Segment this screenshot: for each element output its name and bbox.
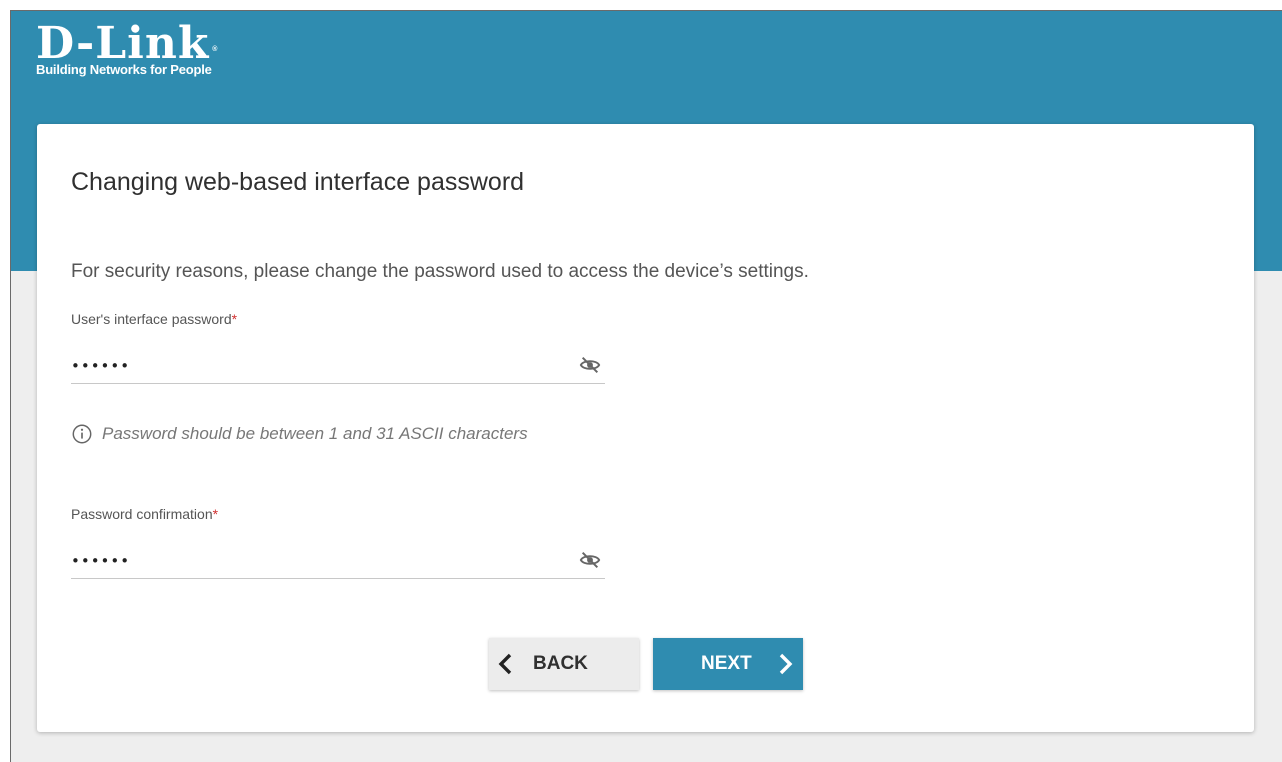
password-field	[71, 346, 605, 384]
next-button-label: NEXT	[701, 653, 752, 674]
registered-mark: ®	[212, 46, 219, 53]
next-button[interactable]: NEXT	[653, 638, 803, 690]
logo-wordmark: D-Link ®	[36, 18, 217, 69]
password-input[interactable]	[71, 346, 561, 382]
back-button[interactable]: BACK	[489, 638, 639, 690]
page-title: Changing web-based interface password	[71, 168, 525, 196]
eye-off-icon[interactable]	[579, 549, 601, 571]
confirmation-field	[71, 541, 605, 579]
back-button-label: BACK	[533, 653, 588, 674]
browser-viewport: D-Link ® Building Networks for People Ch…	[10, 10, 1282, 762]
chevron-left-icon	[498, 653, 512, 675]
info-icon	[72, 424, 92, 444]
confirmation-input[interactable]	[71, 541, 561, 577]
logo-name: D-Link	[36, 18, 210, 69]
confirmation-label-text: Password confirmation	[71, 506, 213, 522]
dlink-logo: D-Link ® Building Networks for People	[36, 18, 217, 77]
password-label-text: User's interface password	[71, 311, 232, 327]
eye-off-icon[interactable]	[579, 354, 601, 376]
confirmation-label: Password confirmation*	[71, 506, 218, 522]
chevron-right-icon	[779, 653, 793, 675]
password-label: User's interface password*	[71, 311, 237, 327]
page-description: For security reasons, please change the …	[71, 261, 809, 282]
required-marker: *	[231, 311, 238, 327]
password-hint-text: Password should be between 1 and 31 ASCI…	[102, 424, 528, 443]
password-hint: Password should be between 1 and 31 ASCI…	[71, 423, 528, 445]
password-change-card: Changing web-based interface password Fo…	[37, 124, 1254, 732]
required-marker: *	[212, 506, 219, 522]
